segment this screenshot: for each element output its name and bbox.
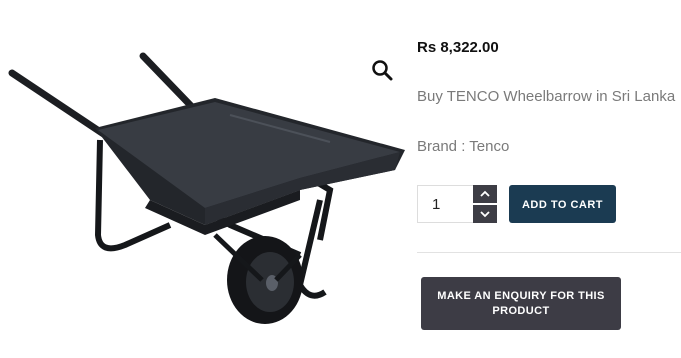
- increment-button[interactable]: [473, 185, 497, 203]
- decrement-button[interactable]: [473, 205, 497, 223]
- quantity-input[interactable]: [417, 185, 473, 223]
- divider: [417, 252, 681, 253]
- quantity-stepper: [417, 185, 497, 223]
- chevron-up-icon: [480, 190, 490, 197]
- add-to-cart-button[interactable]: ADD TO CART: [509, 185, 616, 223]
- enquiry-button-label: MAKE AN ENQUIRY FOR THIS PRODUCT: [437, 289, 605, 317]
- enquiry-button[interactable]: MAKE AN ENQUIRY FOR THIS PRODUCT: [421, 277, 621, 330]
- product-brand: Brand : Tenco: [417, 138, 510, 155]
- chevron-down-icon: [480, 211, 490, 218]
- magnifier-icon[interactable]: [370, 58, 394, 82]
- product-price: Rs 8,322.00: [417, 39, 499, 56]
- wheelbarrow-product-image[interactable]: [0, 40, 410, 340]
- product-title: Buy TENCO Wheelbarrow in Sri Lanka: [417, 88, 676, 105]
